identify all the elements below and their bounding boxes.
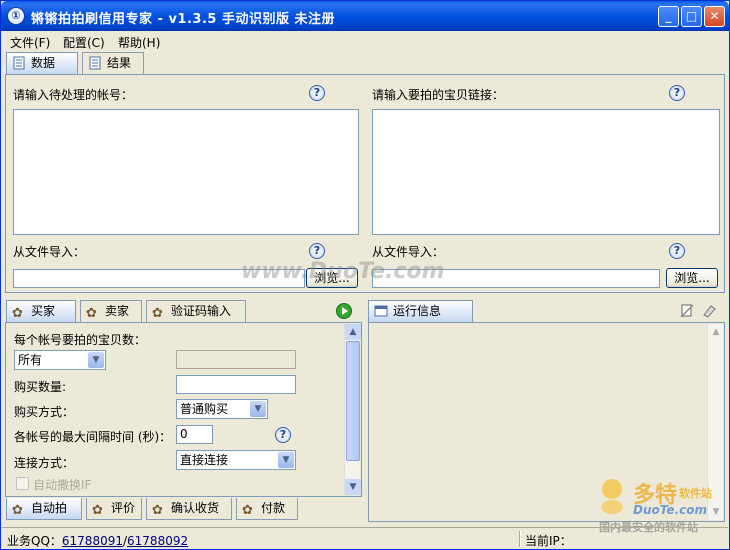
- menu-bar: 文件(F) 配置(C) 帮助(H): [2, 31, 728, 51]
- items-textarea[interactable]: [372, 109, 720, 235]
- browse-right-button[interactable]: 浏览...: [666, 268, 718, 288]
- close-button[interactable]: ✕: [704, 6, 725, 27]
- tab-captcha[interactable]: ✿ 验证码输入: [146, 300, 246, 322]
- quantity-input[interactable]: [176, 375, 296, 394]
- scroll-up-icon[interactable]: ▲: [345, 324, 361, 340]
- window-icon: [374, 305, 388, 317]
- title-bar[interactable]: ① 锵锵拍拍刷信用专家 - v1.3.5 手动识别版 未注册 _ □ ✕: [1, 1, 729, 31]
- menu-file[interactable]: 文件(F): [10, 34, 50, 51]
- scroll-thumb[interactable]: [346, 341, 360, 461]
- window-title: 锵锵拍拍刷信用专家 - v1.3.5 手动识别版 未注册: [31, 12, 335, 27]
- auto-switch-ip-checkbox[interactable]: [16, 477, 29, 490]
- max-interval-label: 各帐号的最大间隔时间 (秒)：: [14, 430, 172, 444]
- tab-seller-label: 卖家: [105, 304, 130, 318]
- tab-auto-bid[interactable]: ✿ 自动拍: [6, 498, 82, 520]
- tab-payment-label: 付款: [261, 501, 286, 515]
- buy-method-value: 普通购买: [180, 402, 229, 416]
- eraser-icon[interactable]: [701, 303, 717, 319]
- tab-seller[interactable]: ✿ 卖家: [80, 300, 142, 322]
- status-divider: [519, 531, 521, 547]
- auto-switch-ip-label: 自动撒换IF: [33, 478, 92, 492]
- current-ip-label: 当前IP：: [525, 534, 572, 548]
- tab-results[interactable]: 结果: [82, 52, 144, 74]
- tab-buyer-label: 买家: [31, 304, 56, 318]
- quantity-label: 购买数量:: [14, 380, 67, 394]
- chevron-down-icon[interactable]: ▼: [278, 452, 294, 468]
- accounts-textarea[interactable]: [13, 109, 359, 235]
- help-icon[interactable]: ?: [669, 85, 685, 101]
- items-per-account-select-value: 所有: [18, 353, 43, 367]
- buyer-tab-row: ✿ 买家 ✿ 卖家 ✿ 验证码输入: [6, 300, 362, 322]
- brand-suffix: 软件站: [679, 487, 712, 500]
- run-info-title: 运行信息: [393, 304, 442, 318]
- mascot-logo-icon: [601, 479, 623, 514]
- items-per-account-label: 每个帐号要拍的宝贝数：: [14, 333, 147, 347]
- help-icon[interactable]: ?: [309, 85, 325, 101]
- action-tab-row: ✿ 自动拍 ✿ 评价 ✿ 确认收货 ✿ 付款: [6, 498, 362, 520]
- business-qq-label: 业务QQ：: [7, 534, 62, 548]
- menu-help[interactable]: 帮助(H): [118, 34, 160, 51]
- maximize-button[interactable]: □: [681, 6, 702, 27]
- brand-url: DuoTe.com: [633, 503, 707, 517]
- tab-payment[interactable]: ✿ 付款: [236, 498, 298, 520]
- chevron-down-icon[interactable]: ▼: [88, 352, 104, 368]
- qq-link-2[interactable]: 61788092: [127, 534, 188, 548]
- top-tab-row: 数据 结果: [6, 52, 726, 74]
- tab-results-label: 结果: [107, 56, 132, 70]
- items-per-account-select[interactable]: 所有 ▼: [14, 350, 106, 370]
- watermark-center: www.DuoTe.com: [241, 259, 445, 284]
- tab-confirm-receipt[interactable]: ✿ 确认收货: [146, 498, 232, 520]
- clear-log-icon[interactable]: [679, 303, 695, 319]
- gear-icon: ✿: [86, 306, 97, 321]
- help-icon[interactable]: ?: [275, 427, 291, 443]
- buyer-scrollbar[interactable]: ▲ ▼: [344, 324, 361, 495]
- buy-method-select[interactable]: 普通购买 ▼: [176, 399, 268, 419]
- minimize-button[interactable]: _: [658, 6, 679, 27]
- tab-data[interactable]: 数据: [6, 52, 78, 74]
- menu-config[interactable]: 配置(C): [63, 34, 105, 51]
- buyer-panel: 每个帐号要拍的宝贝数： 所有 ▼ 购买数量: 购买方式： 普通购买 ▼ 各帐号的…: [5, 322, 362, 497]
- gear-icon: ✿: [152, 503, 163, 518]
- tab-auto-bid-label: 自动拍: [31, 501, 68, 515]
- help-icon[interactable]: ?: [309, 243, 325, 259]
- connect-value: 直接连接: [180, 453, 229, 467]
- scroll-down-icon[interactable]: ▼: [345, 479, 361, 495]
- import-left-label: 从文件导入：: [13, 245, 86, 259]
- gear-icon: ✿: [92, 503, 103, 518]
- items-label: 请输入要拍的宝贝链接：: [372, 88, 505, 102]
- tab-run-info[interactable]: 运行信息: [368, 300, 473, 322]
- import-right-label: 从文件导入：: [372, 245, 445, 259]
- max-interval-input[interactable]: 0: [176, 425, 213, 444]
- start-play-icon[interactable]: [336, 303, 352, 319]
- accounts-label: 请输入待处理的帐号：: [13, 88, 134, 102]
- document-icon: [89, 56, 101, 70]
- gear-icon: ✿: [152, 306, 163, 321]
- tab-buyer[interactable]: ✿ 买家: [6, 300, 76, 322]
- tab-captcha-label: 验证码输入: [171, 304, 232, 318]
- run-info-header: 运行信息: [368, 300, 725, 322]
- tab-data-label: 数据: [31, 56, 56, 70]
- tab-confirm-receipt-label: 确认收货: [171, 501, 220, 515]
- gear-icon: ✿: [242, 503, 253, 518]
- connect-label: 连接方式：: [14, 456, 75, 470]
- buy-method-label: 购买方式：: [14, 405, 75, 419]
- document-icon: [13, 56, 25, 70]
- brand-watermark: 多特 软件站 DuoTe.com 国内最安全的软件站: [595, 475, 725, 535]
- app-icon[interactable]: ①: [7, 7, 25, 25]
- scroll-up-icon[interactable]: ▲: [708, 324, 724, 340]
- items-per-account-count: [176, 350, 296, 369]
- tab-review-label: 评价: [111, 501, 136, 515]
- tab-review[interactable]: ✿ 评价: [86, 498, 142, 520]
- status-bar: 业务QQ：61788091/61788092 当前IP：: [2, 527, 728, 549]
- chevron-down-icon[interactable]: ▼: [250, 401, 266, 417]
- qq-link-1[interactable]: 61788091: [62, 534, 123, 548]
- main-window: ① 锵锵拍拍刷信用专家 - v1.3.5 手动识别版 未注册 _ □ ✕ 文件(…: [0, 0, 730, 550]
- help-icon[interactable]: ?: [669, 243, 685, 259]
- connect-select[interactable]: 直接连接 ▼: [176, 450, 296, 470]
- gear-icon: ✿: [12, 503, 23, 518]
- gear-icon: ✿: [12, 306, 23, 321]
